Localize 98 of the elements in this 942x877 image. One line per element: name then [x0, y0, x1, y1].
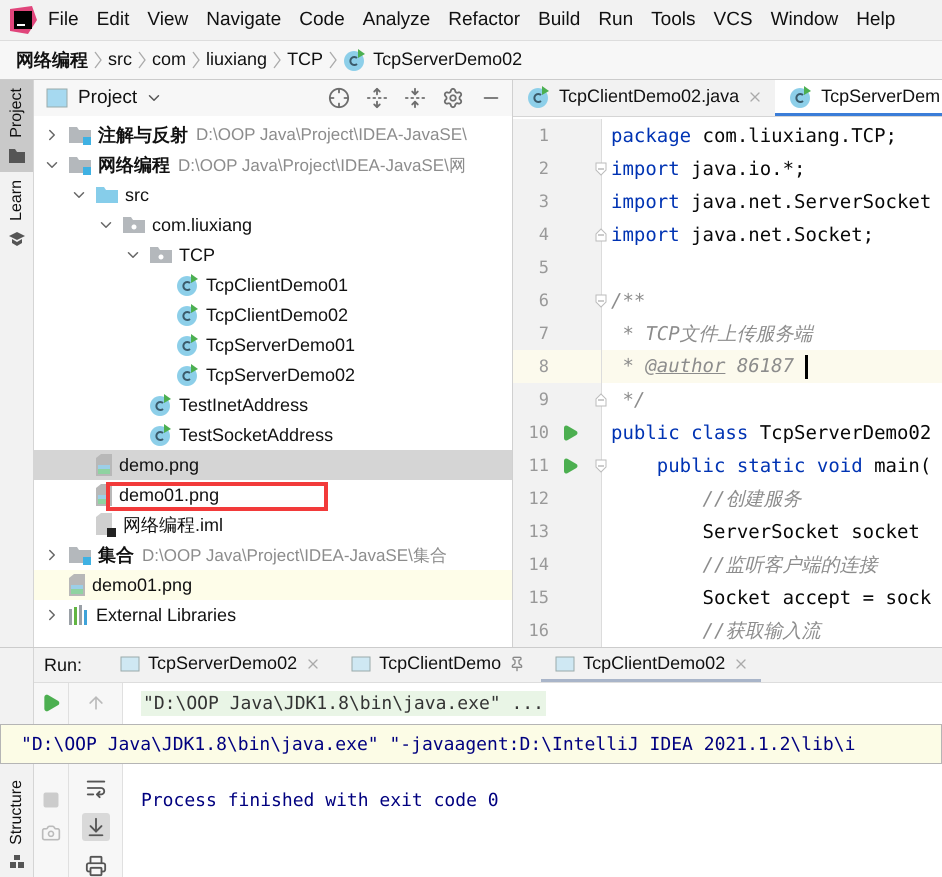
menu-item[interactable]: Help: [848, 8, 904, 31]
code-line: public static void main(: [656, 454, 932, 476]
command-tooltip: "D:\OOP Java\JDK1.8\bin\java.exe" "-javaagent:D:\IntelliJ IDEA 2021.1.2\lib\i: [0, 724, 942, 764]
tree-item-label: src: [125, 184, 149, 206]
line-number: 1: [538, 126, 549, 146]
run-tab[interactable]: TcpServerDemo02: [106, 648, 334, 682]
line-number: 4: [538, 224, 549, 244]
code-line: /**: [610, 290, 646, 312]
line-number: 14: [528, 554, 549, 574]
line-number: 8: [538, 356, 549, 376]
line-number: 3: [538, 192, 549, 212]
tree-item[interactable]: com.liuxiang: [34, 210, 512, 240]
breadcrumb-item[interactable]: 网络编程: [16, 48, 88, 72]
tree-item[interactable]: TcpServerDemo02: [34, 360, 512, 390]
menu-item[interactable]: Analyze: [354, 8, 438, 31]
tree-item-label: demo01.png: [92, 574, 192, 596]
tree-item-label: TcpServerDemo01: [206, 334, 356, 356]
tree-item-label: TcpClientDemo02: [206, 304, 348, 326]
tree-item-label: demo01.png: [119, 484, 220, 506]
code-line: package com.liuxiang.TCP;: [610, 124, 897, 146]
line-number: 9: [538, 390, 549, 410]
tree-item[interactable]: TcpClientDemo01: [34, 270, 512, 300]
tree-item[interactable]: 注解与反射 D:\OOP Java\Project\IDEA-JavaSE\: [34, 120, 512, 150]
tree-item-label: com.liuxiang: [152, 214, 252, 236]
tree-item-label: TestSocketAddress: [179, 424, 334, 446]
code-line: Socket accept = sock: [702, 586, 932, 608]
breadcrumb-item[interactable]: src: [108, 49, 132, 70]
line-number: 12: [528, 488, 549, 508]
side-tab[interactable]: Learn: [0, 172, 33, 255]
code-line: import java.io.*;: [610, 158, 806, 180]
line-number: 7: [538, 324, 549, 344]
breadcrumb-item[interactable]: TcpServerDemo02: [373, 49, 522, 70]
tree-item[interactable]: demo01.png: [34, 480, 512, 510]
menu-item[interactable]: View: [139, 8, 196, 31]
tree-item-label: TcpClientDemo01: [206, 274, 348, 296]
tree-item-label: demo.png: [119, 454, 200, 476]
tree-item[interactable]: TestInetAddress: [34, 390, 512, 420]
line-number: 13: [528, 522, 549, 542]
run-tab[interactable]: TcpClientDemo02: [541, 648, 762, 682]
tree-item[interactable]: TCP: [34, 240, 512, 270]
tree-item[interactable]: 集合 D:\OOP Java\Project\IDEA-JavaSE\集合: [34, 540, 512, 570]
tree-item-label: TestInetAddress: [179, 394, 308, 416]
tree-item-label: 集合: [98, 544, 134, 567]
breadcrumb-item[interactable]: com: [152, 49, 186, 70]
line-number: 15: [528, 588, 549, 608]
code-line: import java.net.ServerSocket: [610, 190, 932, 212]
side-tab[interactable]: Project: [0, 80, 33, 172]
tree-item-label: 注解与反射: [98, 124, 188, 147]
code-line: */: [621, 388, 646, 410]
code-line: * @author 86187: [602, 354, 808, 378]
editor-tab[interactable]: TcpServerDem: [775, 80, 942, 116]
line-number: 10: [528, 422, 549, 442]
menu-item[interactable]: Tools: [643, 8, 704, 31]
line-number: 2: [538, 158, 549, 178]
line-number: 5: [538, 258, 549, 278]
menu-item[interactable]: Navigate: [198, 8, 290, 31]
tree-item[interactable]: TestSocketAddress: [34, 420, 512, 450]
console-command[interactable]: "D:\OOP Java\JDK1.8\bin\java.exe" ...: [141, 691, 546, 716]
menu-item[interactable]: File: [40, 8, 87, 31]
module-path: D:\OOP Java\Project\IDEA-JavaSE\: [196, 125, 467, 145]
code-line: //创建服务: [702, 486, 802, 512]
run-tab[interactable]: TcpClientDemo: [337, 648, 538, 682]
code-line: import java.net.Socket;: [610, 224, 874, 246]
tree-item-label: TcpServerDemo02: [206, 364, 356, 386]
tree-item[interactable]: TcpClientDemo02: [34, 300, 512, 330]
code-line: public class TcpServerDemo02: [610, 422, 932, 444]
menu-item[interactable]: VCS: [706, 8, 761, 31]
menu-item[interactable]: Edit: [88, 8, 138, 31]
line-number: 11: [528, 456, 549, 476]
run-label: Run:: [44, 654, 82, 676]
module-path: D:\OOP Java\Project\IDEA-JavaSE\网: [178, 154, 466, 176]
code-line: //监听客户端的连接: [702, 552, 878, 578]
menu-item[interactable]: Build: [530, 8, 588, 31]
tree-item[interactable]: TcpServerDemo01: [34, 330, 512, 360]
menu-item[interactable]: Run: [590, 8, 642, 31]
menu-item[interactable]: Window: [762, 8, 846, 31]
line-number: 6: [538, 290, 549, 310]
breadcrumb-item[interactable]: TCP: [287, 49, 324, 70]
module-path: D:\OOP Java\Project\IDEA-JavaSE\集合: [142, 544, 447, 566]
console-output: Process finished with exit code 0: [141, 790, 500, 811]
project-view-selector[interactable]: Project: [78, 87, 164, 109]
menu-item[interactable]: Refactor: [440, 8, 528, 31]
tree-item-label: External Libraries: [96, 604, 236, 626]
tree-item[interactable]: src: [34, 180, 512, 210]
line-number: 16: [528, 620, 549, 640]
tree-item-label: 网络编程.iml: [123, 514, 223, 537]
tree-item[interactable]: External Libraries: [34, 600, 512, 630]
tree-item-label: 网络编程: [98, 154, 170, 177]
menu-item[interactable]: Code: [291, 8, 353, 31]
code-line: //获取输入流: [702, 618, 820, 644]
tree-item[interactable]: demo.png: [34, 450, 512, 480]
tree-item[interactable]: 网络编程.iml: [34, 510, 512, 540]
tree-item-label: TCP: [179, 244, 215, 266]
tree-item[interactable]: 网络编程 D:\OOP Java\Project\IDEA-JavaSE\网: [34, 150, 512, 180]
code-line: * TCP文件上传服务端: [621, 322, 813, 346]
breadcrumb-item[interactable]: liuxiang: [206, 49, 268, 70]
tree-item[interactable]: demo01.png: [34, 570, 512, 600]
code-line: ServerSocket socket: [702, 520, 920, 542]
